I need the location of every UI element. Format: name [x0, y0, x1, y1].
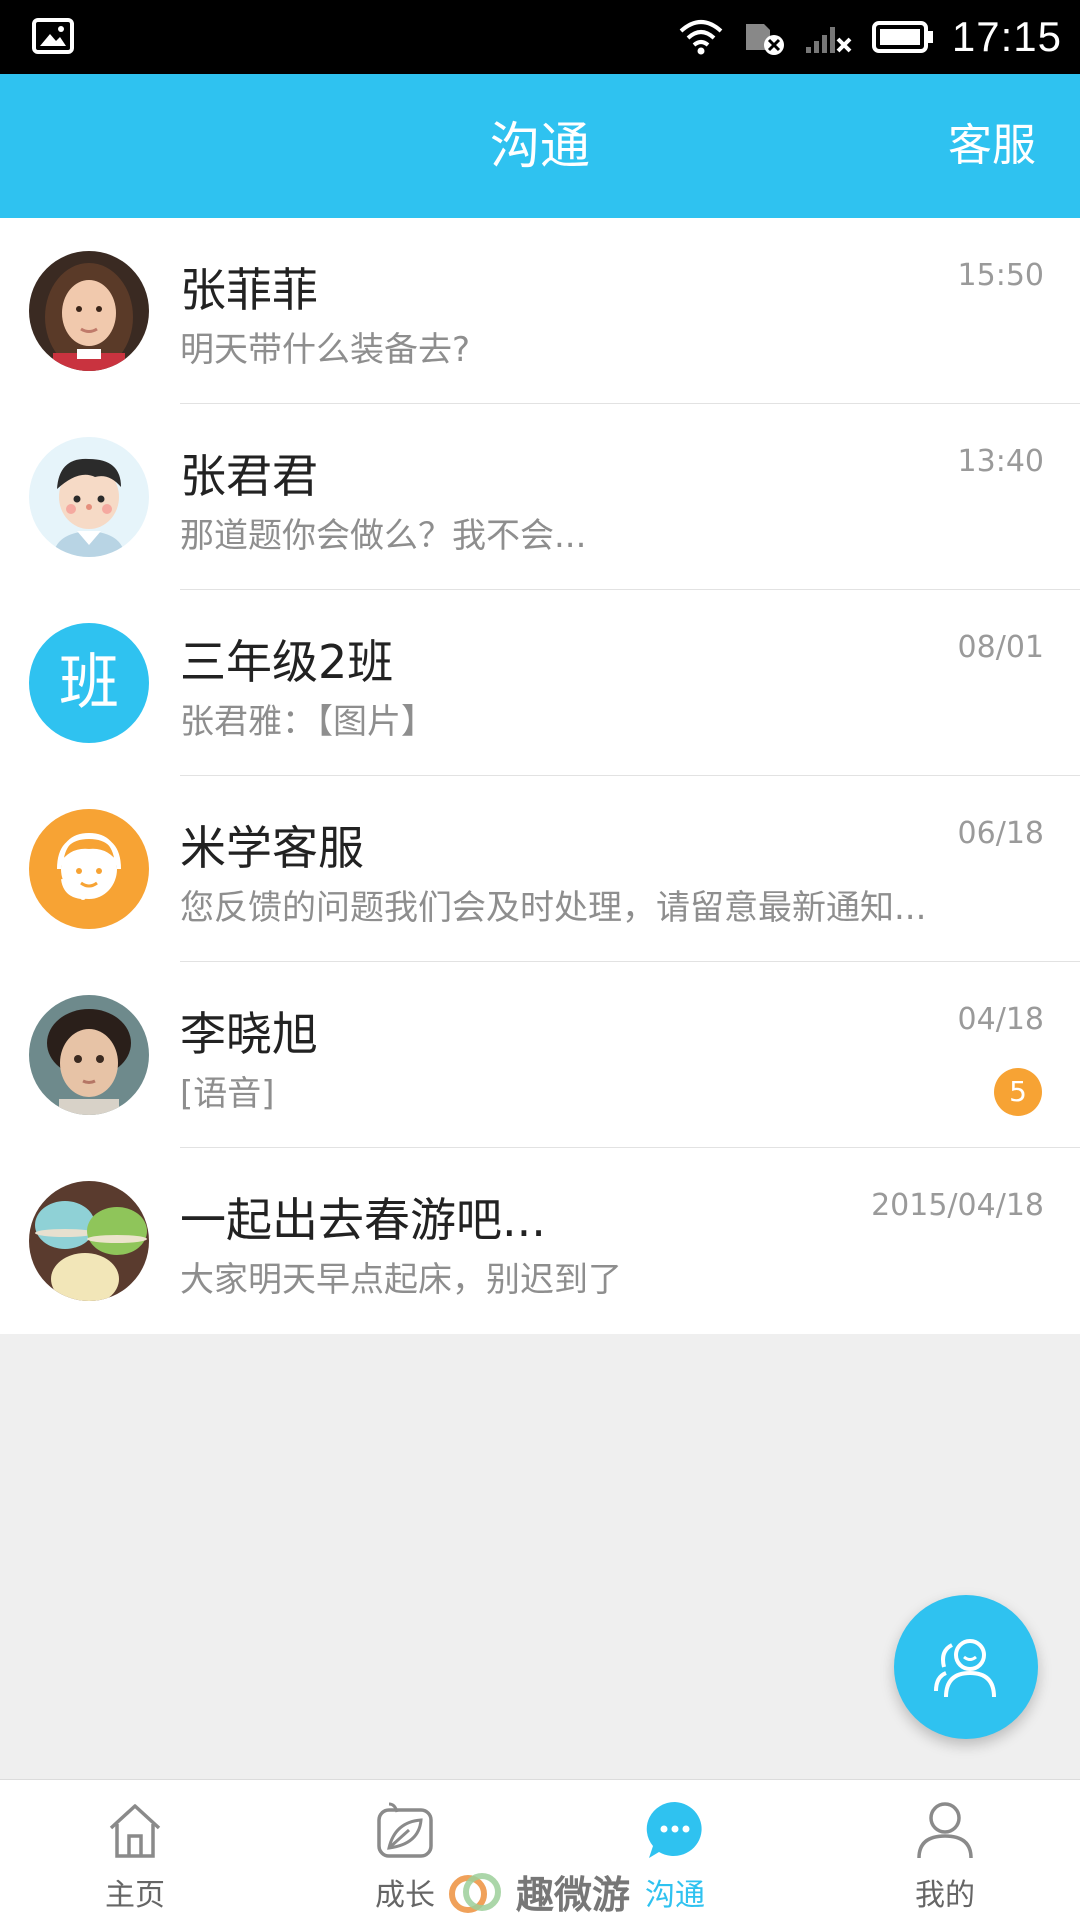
tab-mine[interactable]: 我的 — [810, 1780, 1080, 1921]
avatar-macarons-photo — [29, 1181, 149, 1301]
bottom-tab-bar: 主页 成长 沟通 我的 — [0, 1779, 1080, 1921]
contacts-icon — [934, 1639, 996, 1698]
conversation-name: 张菲菲 — [180, 263, 318, 317]
battery-icon — [871, 21, 933, 53]
page-title: 沟通 — [490, 117, 590, 175]
conversation-time: 06/18 — [957, 816, 1044, 851]
conversation-preview: 您反馈的问题我们会及时处理，请留意最新通知... — [180, 888, 927, 928]
tab-label: 成长 — [375, 1878, 435, 1913]
conversation-time: 13:40 — [957, 444, 1044, 479]
conversation-name: 李晓旭 — [180, 1007, 318, 1061]
unread-badge: 5 — [994, 1068, 1042, 1116]
profile-icon — [917, 1802, 973, 1859]
conversation-item[interactable]: 李晓旭 [语音] 04/18 5 — [0, 962, 1080, 1148]
tab-growth[interactable]: 成长 — [270, 1780, 540, 1921]
customer-service-button[interactable]: 客服 — [948, 74, 1036, 218]
conversation-item[interactable]: 张君君 那道题你会做么？我不会... 13:40 — [0, 404, 1080, 590]
conversation-name: 张君君 — [180, 449, 318, 503]
conversation-preview: 张君雅：【图片】 — [180, 702, 435, 742]
tab-label: 主页 — [105, 1878, 165, 1913]
tab-label: 沟通 — [645, 1878, 705, 1913]
conversation-name: 一起出去春游吧... — [180, 1193, 546, 1247]
contacts-fab-button[interactable] — [894, 1595, 1038, 1739]
class-avatar-text: 班 — [59, 648, 119, 718]
sim-error-icon — [745, 24, 784, 55]
signal-icon — [805, 27, 852, 53]
conversation-item[interactable]: 班 三年级2班 张君雅：【图片】 08/01 — [0, 590, 1080, 776]
conversation-item[interactable]: 张菲菲 明天带什么装备去? 15:50 — [0, 218, 1080, 404]
app-header: 沟通 客服 — [0, 74, 1080, 218]
avatar-girl-photo — [29, 251, 149, 371]
clock: 17:15 — [951, 13, 1062, 60]
conversation-item[interactable]: 米学客服 您反馈的问题我们会及时处理，请留意最新通知... 06/18 — [0, 776, 1080, 962]
conversation-time: 2015/04/18 — [871, 1188, 1044, 1223]
conversation-list: 张菲菲 明天带什么装备去? 15:50 张君君 那道题你会做么？我不会... 1… — [0, 218, 1080, 1334]
tab-label: 我的 — [915, 1878, 975, 1913]
conversation-time: 08/01 — [957, 630, 1044, 665]
chat-bubble-icon — [646, 1801, 702, 1858]
avatar-customer-service-icon — [29, 809, 149, 929]
gallery-notification-icon — [32, 18, 74, 54]
conversation-name: 米学客服 — [180, 821, 364, 875]
tab-communication[interactable]: 沟通 — [540, 1780, 810, 1921]
wifi-icon — [679, 20, 723, 55]
avatar-class-icon: 班 — [29, 623, 149, 743]
tab-home[interactable]: 主页 — [0, 1780, 270, 1921]
conversation-preview: 大家明天早点起床，别迟到了 — [180, 1260, 622, 1300]
avatar-cartoon-boy — [29, 437, 149, 557]
conversation-time: 04/18 — [957, 1002, 1044, 1037]
status-bar: 17:15 — [0, 0, 1080, 74]
conversation-preview: 那道题你会做么？我不会... — [180, 516, 587, 556]
home-icon — [109, 1804, 161, 1858]
conversation-item[interactable]: 一起出去春游吧... 大家明天早点起床，别迟到了 2015/04/18 — [0, 1148, 1080, 1334]
conversation-preview: [语音] — [180, 1074, 275, 1114]
conversation-name: 三年级2班 — [180, 635, 394, 689]
growth-leaf-icon — [377, 1802, 433, 1858]
avatar-boy-photo — [29, 995, 149, 1115]
conversation-time: 15:50 — [957, 258, 1044, 293]
conversation-preview: 明天带什么装备去? — [180, 330, 471, 370]
